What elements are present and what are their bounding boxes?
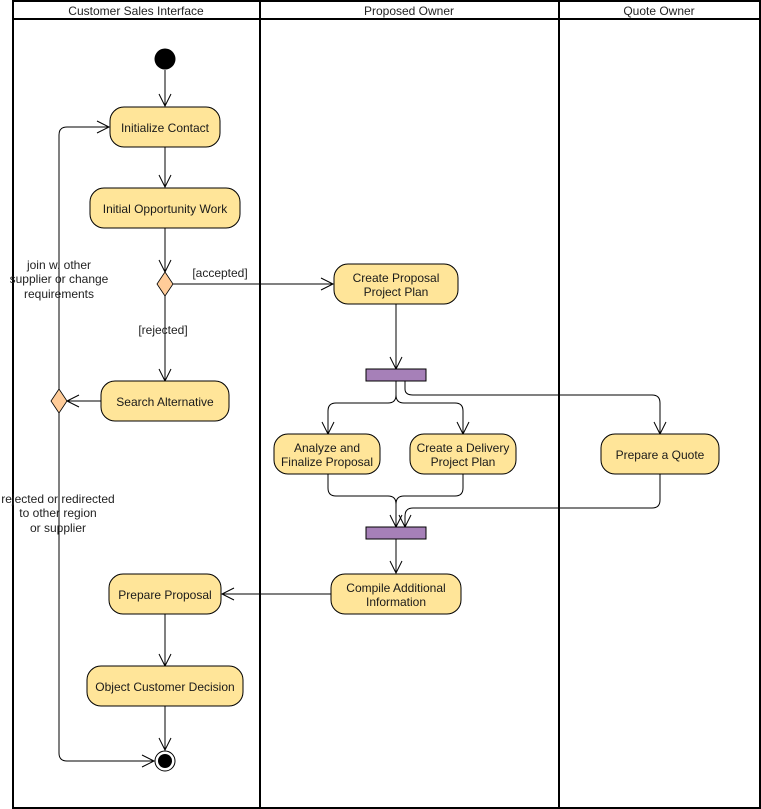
edge-delivery-to-join: [395, 474, 464, 505]
decision-search-outcome[interactable]: [50, 388, 68, 414]
edge-label-rejected-redirected: rejected or redirected to other region o…: [1, 492, 114, 535]
action-label: Object Customer Decision: [95, 680, 234, 694]
action-label: Initial Opportunity Work: [103, 202, 228, 216]
initial-node: [154, 48, 176, 70]
action-initial-opportunity-work[interactable]: Initial Opportunity Work: [89, 187, 241, 229]
action-search-alternative[interactable]: Search Alternative: [100, 380, 230, 422]
action-compile-additional-information[interactable]: Compile Additional Information: [330, 573, 462, 615]
join-bar[interactable]: [365, 526, 427, 540]
action-prepare-quote[interactable]: Prepare a Quote: [600, 433, 720, 475]
action-label-line-2: Finalize Proposal: [281, 455, 373, 469]
decision-accepted-rejected[interactable]: [156, 271, 174, 297]
edge-label-join-other-supplier: join w. other supplier or change require…: [10, 258, 109, 301]
edge-fork-to-quote: [404, 381, 661, 434]
action-label: Prepare Proposal: [118, 588, 211, 602]
action-label-line-1: Create Proposal: [353, 271, 440, 285]
action-label-line-2: Information: [366, 595, 426, 609]
edge-label-rejected: [rejected]: [138, 323, 187, 337]
fork-bar[interactable]: [365, 368, 427, 382]
activity-diagram: Customer Sales Interface Proposed Owner …: [1, 0, 761, 809]
action-object-customer-decision[interactable]: Object Customer Decision: [86, 665, 244, 707]
svg-text:requirements: requirements: [24, 287, 94, 301]
edge-analyze-to-join: [327, 474, 397, 527]
action-label: Prepare a Quote: [616, 448, 705, 462]
action-label: Search Alternative: [116, 395, 214, 409]
action-create-proposal-project-plan[interactable]: Create Proposal Project Plan: [333, 263, 459, 305]
action-prepare-proposal[interactable]: Prepare Proposal: [108, 573, 222, 615]
final-node: [154, 750, 176, 772]
edge-quote-to-join: [404, 474, 661, 527]
lane-title-quote-owner: Quote Owner: [623, 4, 694, 18]
action-label: Initialize Contact: [121, 121, 210, 135]
svg-text:supplier or change: supplier or change: [10, 272, 109, 286]
action-label-line-1: Analyze and: [294, 441, 360, 455]
action-label-line-1: Compile Additional: [346, 581, 445, 595]
action-create-delivery-project-plan[interactable]: Create a Delivery Project Plan: [409, 433, 517, 475]
lane-title-customer-sales-interface: Customer Sales Interface: [68, 4, 204, 18]
svg-text:join w. other: join w. other: [26, 258, 91, 272]
edge-fork-to-delivery: [395, 394, 464, 434]
action-analyze-finalize-proposal[interactable]: Analyze and Finalize Proposal: [273, 433, 381, 475]
action-label-line-1: Create a Delivery: [417, 441, 510, 455]
action-label-line-2: Project Plan: [364, 285, 429, 299]
lane-title-proposed-owner: Proposed Owner: [364, 4, 454, 18]
action-label-line-2: Project Plan: [431, 455, 496, 469]
svg-text:to other region: to other region: [19, 506, 96, 520]
svg-text:or supplier: or supplier: [30, 521, 86, 535]
action-initialize-contact[interactable]: Initialize Contact: [109, 106, 221, 148]
edge-fork-to-analyze: [327, 381, 397, 434]
edge-label-accepted: [accepted]: [192, 266, 247, 280]
svg-text:rejected or redirected: rejected or redirected: [1, 492, 114, 506]
